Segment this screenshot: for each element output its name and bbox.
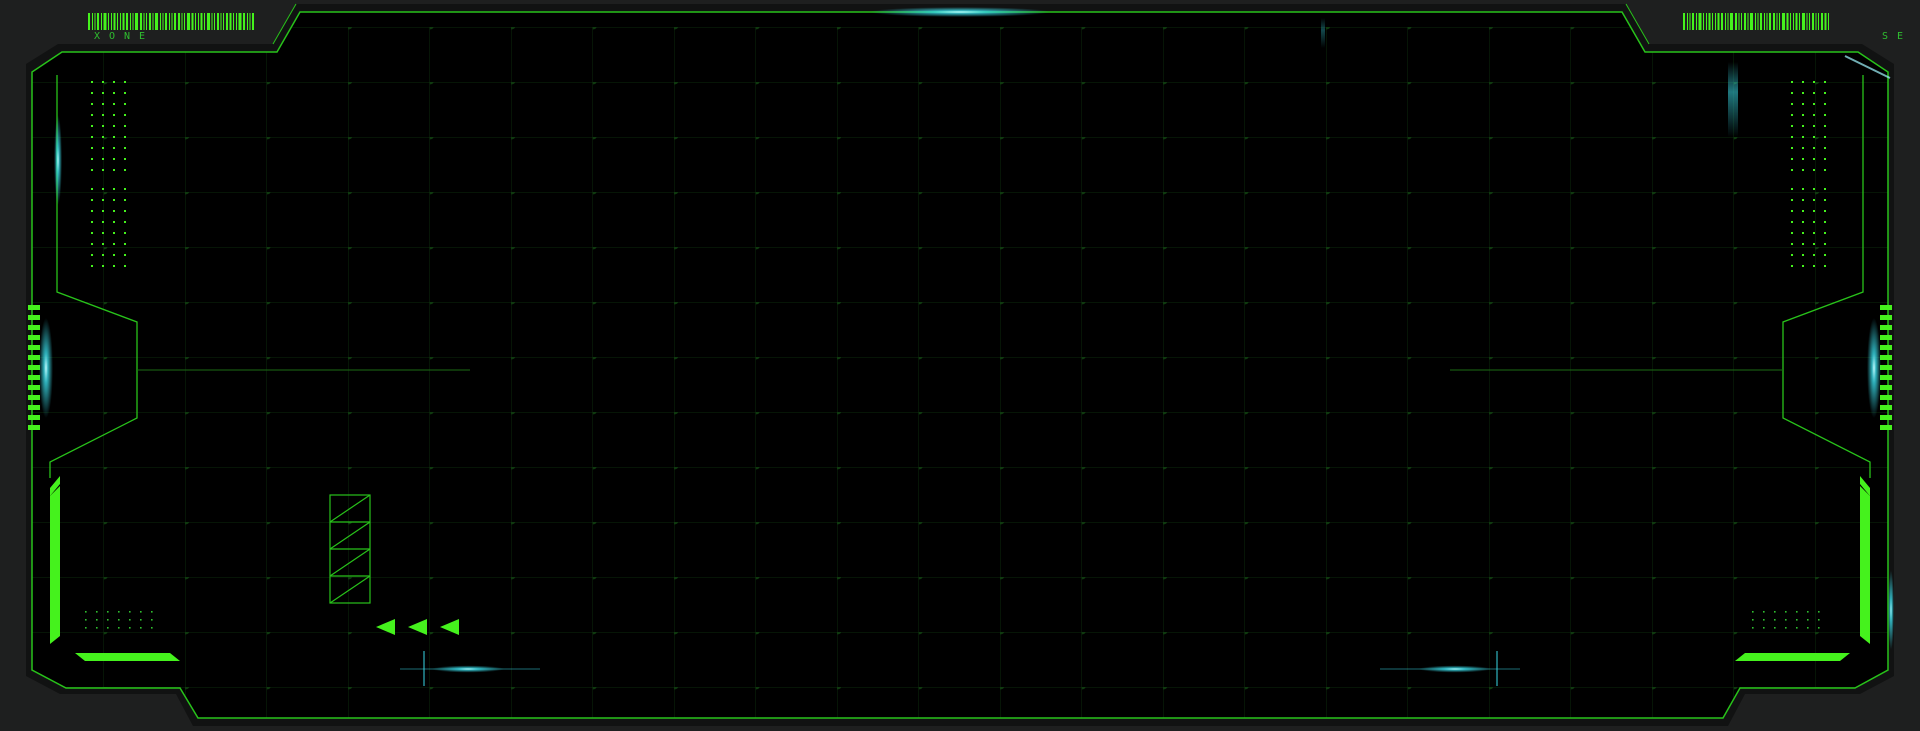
hud-graphics (26, 3, 1894, 726)
top-glow (870, 7, 1050, 17)
corner-label-left: XONE (94, 31, 155, 42)
right-top-beam (1728, 62, 1738, 137)
hud-frame: XONE SE (0, 0, 1920, 731)
bottom-left-bar (75, 653, 180, 661)
bottom-right-bar (1735, 653, 1850, 661)
left-vertical-bar (50, 486, 60, 644)
corner-label-right: SE (1881, 31, 1912, 42)
left-edge-glow-top (54, 115, 62, 205)
barcode-icon (88, 13, 254, 30)
grid-overlay (32, 27, 1888, 718)
right-vertical-bar (1860, 486, 1870, 644)
left-edge-glow-mid (39, 318, 53, 418)
barcode-icon (1683, 13, 1829, 30)
right-edge-glow-mid (1867, 318, 1881, 418)
right-edge-glow-low (1888, 570, 1894, 650)
